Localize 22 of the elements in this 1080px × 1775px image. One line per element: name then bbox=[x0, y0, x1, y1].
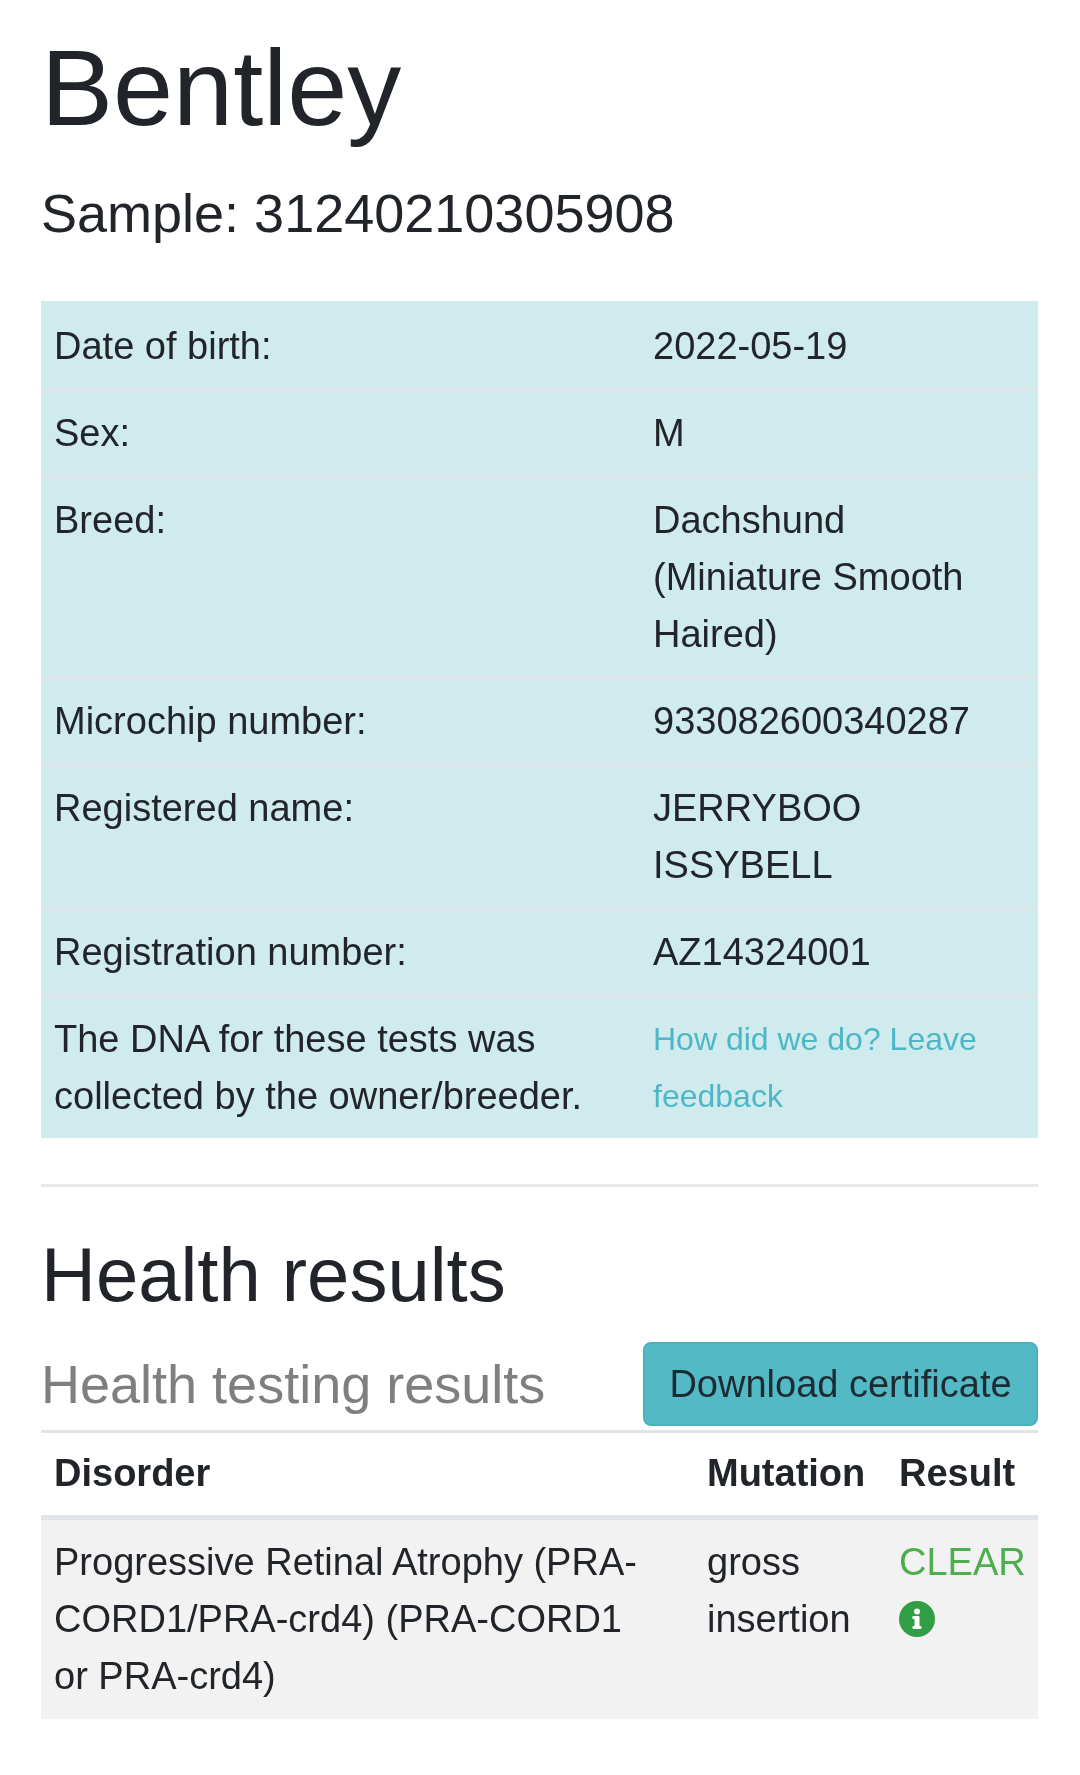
detail-label-cell: Sex: bbox=[41, 388, 640, 475]
detail-label-cell: Breed: bbox=[41, 475, 640, 676]
detail-value-cell: 933082600340287 bbox=[640, 676, 1038, 763]
sample-number: Sample: 31240210305908 bbox=[41, 182, 676, 245]
detail-label-cell: Registered name: bbox=[41, 763, 640, 907]
table-cell: gross insertion bbox=[694, 1520, 886, 1719]
health-testing-subtitle: Health testing results bbox=[41, 1352, 546, 1416]
detail-value-cell: M bbox=[640, 388, 1038, 475]
table-cell: Progressive Retinal Atrophy (PRA-CORD1/PRA-crd4) (PRA-CORD1 or PRA-crd4) bbox=[41, 1520, 694, 1719]
detail-label-cell: Date of birth: bbox=[41, 301, 640, 388]
detail-label-cell: Registration number: bbox=[41, 907, 640, 994]
detail-value-cell: 2022-05-19 bbox=[640, 301, 1038, 388]
info-icon[interactable] bbox=[899, 1601, 935, 1637]
detail-label-cell: The DNA for these tests was collected by the owner/breeder. bbox=[41, 994, 640, 1138]
dog-name-heading: Bentley bbox=[41, 26, 403, 150]
result-status: CLEAR bbox=[899, 1540, 1026, 1585]
detail-value-cell: JERRYBOO ISSYBELL bbox=[640, 763, 1038, 907]
detail-label-cell: Microchip number: bbox=[41, 676, 640, 763]
download-certificate-button[interactable]: Download certificate bbox=[643, 1342, 1038, 1426]
detail-value-cell: Dachshund (Miniature Smooth Haired) bbox=[640, 475, 1038, 676]
health-results-heading: Health results bbox=[41, 1231, 507, 1319]
detail-value-cell: AZ14324001 bbox=[640, 907, 1038, 994]
